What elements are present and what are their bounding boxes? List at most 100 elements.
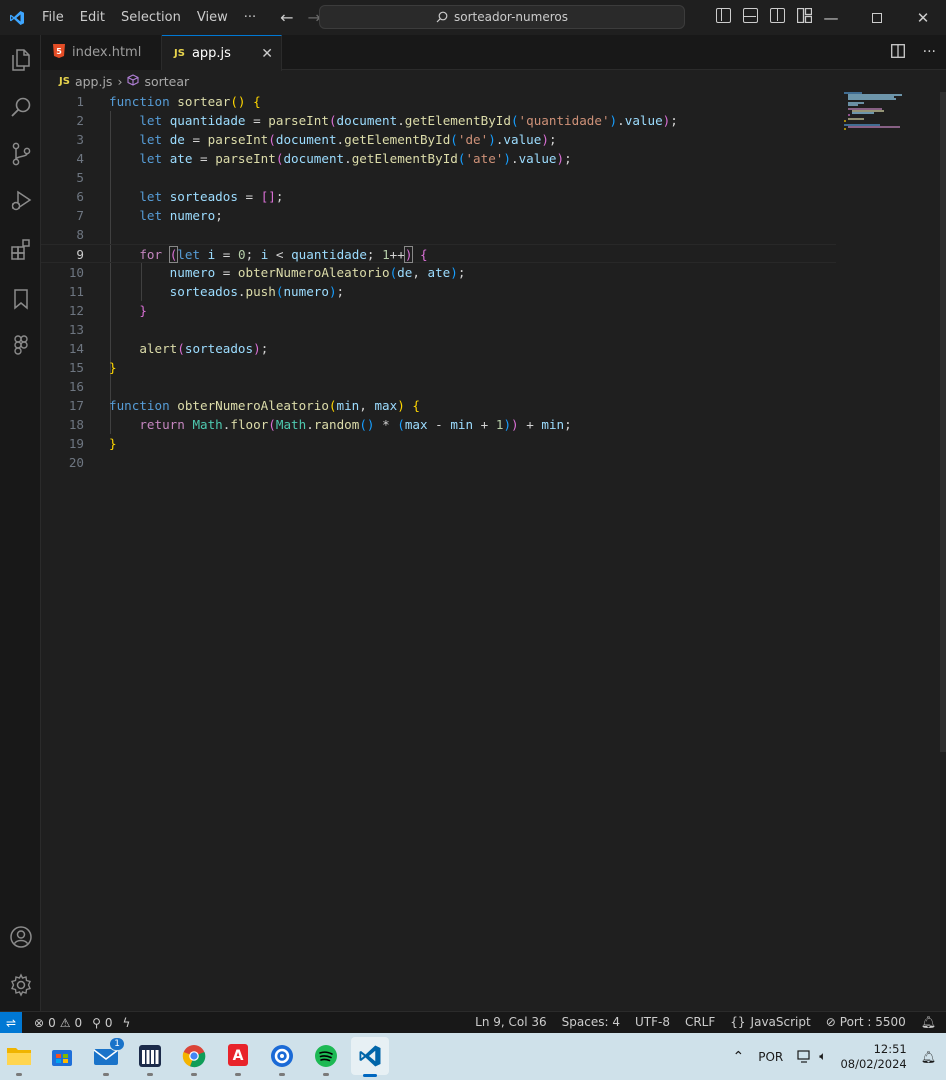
back-arrow-icon[interactable]: ← [280,8,293,27]
chevron-up-icon[interactable]: ⌃ [733,1049,745,1065]
maximize-icon[interactable] [854,0,900,35]
extensions-icon[interactable] [0,227,41,271]
ports-count: 0 [104,1015,113,1030]
line-number: 15 [68,360,84,375]
navigation-arrows: ← → [280,8,321,27]
chevron-right-icon: › [117,73,123,89]
line-number: 6 [76,189,84,204]
minimap[interactable] [842,92,942,152]
svg-text:A: A [233,1048,244,1064]
line-number: 20 [68,455,84,470]
menu-file[interactable]: File [34,10,72,25]
ports-status[interactable]: ⚲ 0 [92,1016,112,1030]
code-line: 20 [41,453,836,472]
browser-app-icon[interactable] [267,1041,297,1076]
tab-app-js[interactable]: JS app.js ✕ [162,35,282,71]
bookmark-icon[interactable] [0,277,41,321]
run-debug-icon[interactable] [0,179,41,223]
notifications-bell-icon[interactable]: 🔔︎ [921,1015,936,1029]
window-controls: — ✕ [808,0,946,35]
microsoft-store-icon[interactable] [47,1041,77,1071]
toggle-primary-sidebar-icon[interactable] [716,8,731,23]
minimize-icon[interactable]: — [808,0,854,35]
line-number: 7 [76,208,84,223]
language-mode[interactable]: {} JavaScript [730,1015,810,1029]
chrome-icon[interactable] [179,1041,209,1076]
line-number: 8 [76,227,84,242]
search-view-icon[interactable] [0,85,41,129]
indentation[interactable]: Spaces: 4 [562,1015,620,1029]
settings-gear-icon[interactable] [0,963,41,1007]
toggle-panel-icon[interactable] [743,8,758,23]
line-number: 19 [68,436,84,451]
layout-controls [716,7,813,24]
editor-actions: ··· [890,44,936,62]
port-label: Port : 5500 [839,1015,906,1029]
line-number: 17 [68,398,84,413]
mail-icon[interactable]: 1 [91,1037,125,1076]
file-explorer-icon[interactable] [4,1041,34,1076]
breadcrumb-symbol[interactable]: sortear [144,74,189,89]
warning-icon: ⚠ [59,1015,71,1030]
close-tab-icon[interactable]: ✕ [261,46,273,62]
live-server-port[interactable]: ⊘ Port : 5500 [826,1015,906,1029]
vertical-scrollbar[interactable] [940,92,946,752]
problems-status[interactable]: ⊗ 0 ⚠ 0 [34,1016,82,1030]
code-line: 12 } [41,301,836,320]
tab-label: app.js [191,46,231,61]
menu-selection[interactable]: Selection [113,10,189,25]
braces-icon: {} [730,1015,746,1029]
line-number: 9 [76,247,84,262]
menu-view[interactable]: View [189,10,236,25]
svg-text:5: 5 [56,47,62,56]
error-count: 0 [48,1015,56,1030]
no-entry-icon: ⊘ [825,1015,836,1029]
search-icon [436,11,448,23]
editor-tabs: 5 index.html JS app.js ✕ ··· [41,35,946,71]
code-line: 16 [41,377,836,396]
clock[interactable]: 12:51 08/02/2024 [840,1042,906,1072]
breadcrumb: JS app.js › sortear [41,70,946,92]
vscode-taskbar-icon[interactable] [351,1037,389,1077]
input-language[interactable]: POR [758,1050,783,1064]
menu-more[interactable]: ··· [236,10,264,25]
menu-edit[interactable]: Edit [72,10,113,25]
breadcrumb-file[interactable]: app.js [75,74,113,89]
toggle-secondary-sidebar-icon[interactable] [770,8,785,23]
volume-icon[interactable]: 🔈︎ [819,1049,826,1064]
notification-bell-icon[interactable]: 🔔︎ [921,1050,936,1064]
code-editor[interactable]: 1 function sortear() { 2 let quantidade =… [41,92,946,1011]
anydesk-app-icon[interactable]: A [223,1041,253,1076]
line-number: 16 [68,379,84,394]
cursor-position[interactable]: Ln 9, Col 36 [475,1015,547,1029]
lightning-icon[interactable]: ϟ [123,1016,131,1030]
piano-app-icon[interactable] [135,1041,165,1076]
activity-bar [0,35,41,1011]
mail-badge: 1 [109,1037,125,1051]
split-editor-icon[interactable] [890,44,905,62]
code-line: 4 let ate = parseInt(document.getElement… [41,149,836,168]
line-number: 1 [76,94,84,109]
line-endings[interactable]: CRLF [685,1015,715,1029]
symbol-method-icon [127,73,139,89]
code-line: 2 let quantidade = parseInt(document.get… [41,111,836,130]
figma-icon[interactable] [0,324,41,368]
more-actions-icon[interactable]: ··· [923,44,936,62]
file-encoding[interactable]: UTF-8 [635,1015,670,1029]
source-control-icon[interactable] [0,132,41,176]
spotify-icon[interactable] [311,1041,341,1076]
js-file-icon: JS [59,75,70,87]
line-number: 5 [76,170,84,185]
error-icon: ⊗ [34,1015,45,1030]
menu-bar: File Edit Selection View ··· [34,10,264,25]
code-line: 7 let numero; [41,206,836,225]
code-line: 3 let de = parseInt(document.getElementB… [41,130,836,149]
network-icon[interactable]: 🔈︎ [797,1049,826,1064]
command-center-search[interactable]: sorteador-numeros [319,5,685,29]
broadcast-icon: ⚲ [92,1015,101,1030]
close-window-icon[interactable]: ✕ [900,0,946,35]
accounts-icon[interactable] [0,915,41,959]
remote-indicator-icon[interactable]: ⇌ [0,1011,22,1034]
explorer-icon[interactable] [0,38,41,82]
tab-index-html[interactable]: 5 index.html [41,35,162,70]
